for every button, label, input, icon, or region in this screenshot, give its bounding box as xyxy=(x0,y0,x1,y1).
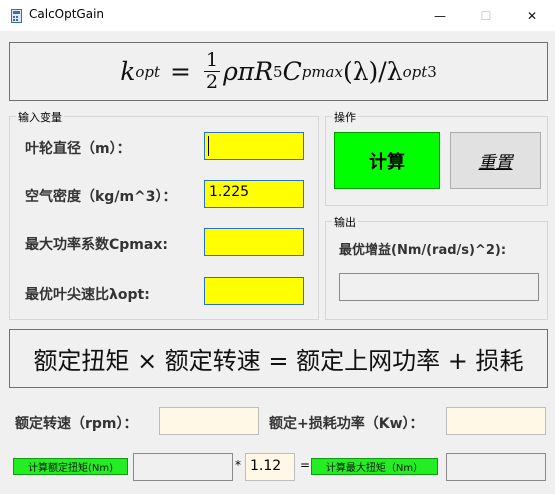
calc-max-torque-button[interactable]: 计算最大扭矩（Nm） xyxy=(311,458,438,475)
rated-speed-label: 额定转速（rpm）： xyxy=(15,416,138,432)
safety-factor-input[interactable]: 1.12 xyxy=(245,453,295,481)
gain-label: 最优增益(Nm/(rad/s)^2): xyxy=(339,243,507,258)
density-label: 空气密度（kg/m^3）： xyxy=(25,189,177,205)
reset-button[interactable]: 重置 xyxy=(450,132,541,189)
formula-c-sub: pmax xyxy=(301,62,343,81)
rated-speed-input[interactable] xyxy=(159,407,259,435)
window-title: CalcOptGain xyxy=(29,7,105,21)
formula-r-exponent: 5 xyxy=(273,62,283,81)
close-button[interactable]: ✕ xyxy=(509,0,555,31)
formula-equals: = xyxy=(170,57,191,86)
calc-rated-torque-button[interactable]: 计算额定扭矩(Nm) xyxy=(13,458,128,475)
formula-rho-pi-r: ρπR xyxy=(223,57,274,86)
rated-power-input[interactable] xyxy=(446,407,546,435)
formula-k-sub: opt xyxy=(135,62,161,81)
minimize-button[interactable]: — xyxy=(417,0,463,31)
cpmax-input[interactable] xyxy=(204,228,304,256)
output-group xyxy=(325,221,548,320)
multiply-sign: * xyxy=(235,458,241,472)
formula-fraction: 12 xyxy=(203,49,221,93)
formula-c: C xyxy=(282,57,302,86)
formula-k: k xyxy=(120,57,136,86)
cpmax-label: 最大功率系数Cpmax: xyxy=(25,237,168,253)
formula-lambda-exponent: 3 xyxy=(427,62,437,81)
input-group-label: 输入变量 xyxy=(16,109,64,125)
gain-output xyxy=(339,273,539,301)
power-balance-formula: 额定扭矩 × 额定转速 = 额定上网功率 + 损耗 xyxy=(9,329,548,388)
text-caret xyxy=(208,136,209,156)
calculate-button[interactable]: 计算 xyxy=(334,132,440,189)
output-group-label: 输出 xyxy=(332,214,358,230)
equals-sign: = xyxy=(300,458,311,472)
rated-power-label: 额定+损耗功率（Kw）： xyxy=(269,416,424,432)
diameter-label: 叶轮直径（m）： xyxy=(25,141,131,157)
formula-tail: (λ)/λ xyxy=(342,57,403,86)
tsr-input[interactable] xyxy=(204,277,304,305)
fraction-numerator: 1 xyxy=(203,49,221,72)
rated-torque-output xyxy=(133,453,233,481)
tsr-label: 最优叶尖速比λopt: xyxy=(25,287,150,303)
actions-group-label: 操作 xyxy=(332,109,358,125)
app-icon xyxy=(11,8,22,23)
maximize-button[interactable]: ☐ xyxy=(463,0,509,31)
fraction-denominator: 2 xyxy=(205,71,219,93)
formula-lambda-sub: opt xyxy=(402,62,428,81)
max-torque-output xyxy=(446,453,546,481)
optimal-gain-formula: k opt = 12 ρπR 5 Cpmax (λ)/λ opt 3 xyxy=(9,42,548,101)
diameter-input[interactable] xyxy=(204,132,304,160)
density-input[interactable]: 1.225 xyxy=(204,180,304,208)
